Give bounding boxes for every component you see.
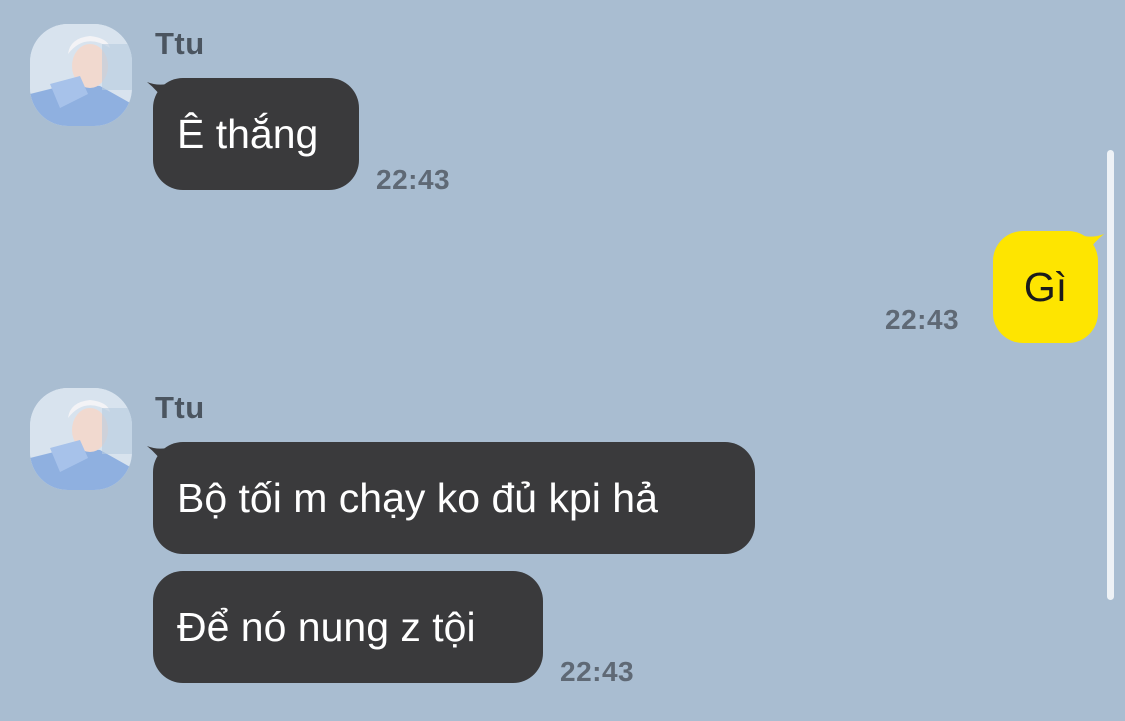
message-bubble[interactable]: Bộ tối m chạy ko đủ kpi hả: [153, 442, 755, 554]
message-text: Bộ tối m chạy ko đủ kpi hả: [177, 474, 658, 521]
message-time: 22:43: [560, 656, 635, 687]
sender-avatar[interactable]: [30, 388, 132, 490]
sender-name: Ttu: [155, 390, 205, 425]
message-bubble[interactable]: Để nó nung z tội: [153, 571, 543, 683]
message-text: Để nó nung z tội: [177, 603, 476, 650]
sender-name: Ttu: [155, 26, 205, 61]
message-bubble[interactable]: Ê thắng: [153, 78, 359, 190]
profile-photo-icon: [30, 388, 132, 490]
sender-avatar[interactable]: [30, 24, 132, 126]
message-text: Ê thắng: [177, 110, 319, 157]
message-text: Gì: [1023, 263, 1068, 310]
bubble-tail: [1084, 234, 1104, 256]
message-bubble[interactable]: Gì: [993, 231, 1098, 343]
profile-photo-icon: [30, 24, 132, 126]
chat-area: Ttu Ê thắng 22:43 22:43 Gì Ttu Bộ tối m …: [0, 0, 1125, 721]
message-time: 22:43: [885, 304, 960, 335]
scrollbar[interactable]: [1107, 150, 1114, 600]
message-time: 22:43: [376, 164, 451, 195]
